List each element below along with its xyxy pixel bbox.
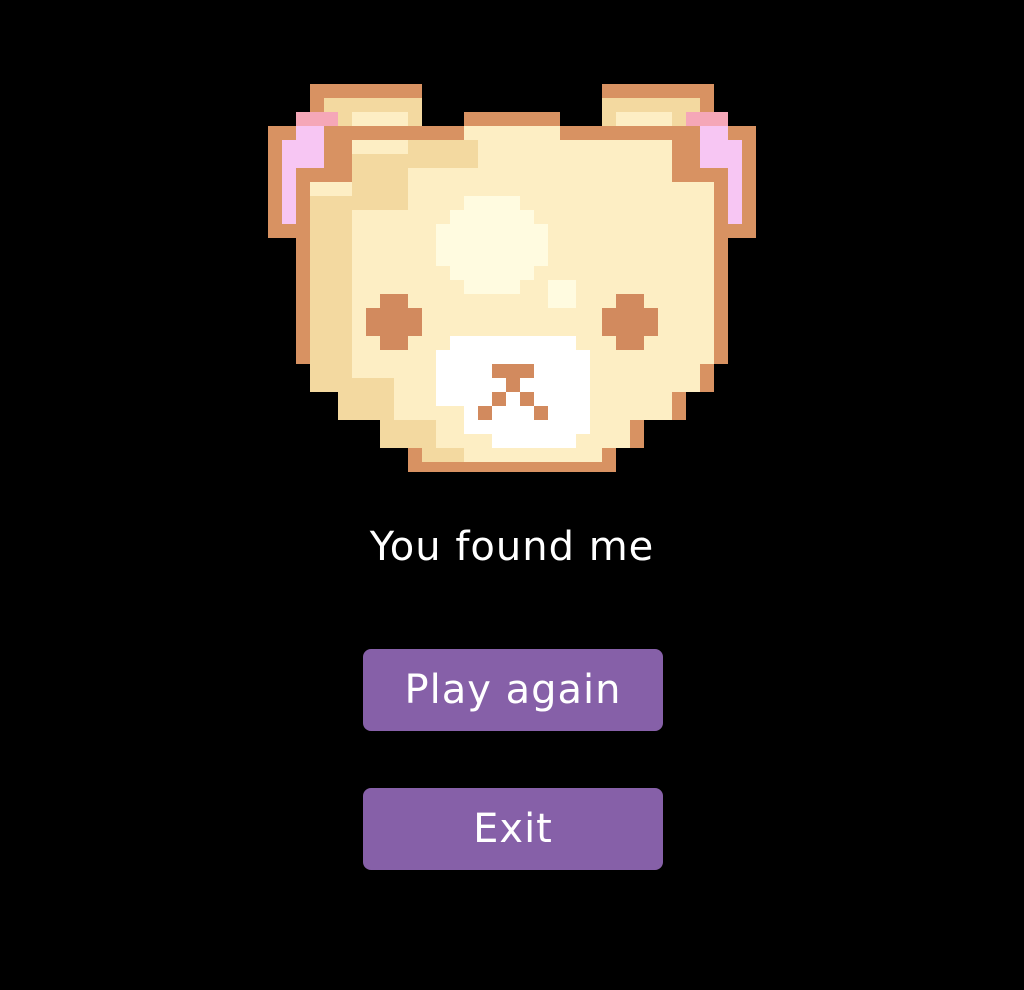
mouth bbox=[492, 392, 506, 406]
game-over-screen: You found me Play again Exit bbox=[0, 0, 1024, 990]
head-shade-left bbox=[310, 196, 352, 392]
play-again-button[interactable]: Play again bbox=[363, 649, 663, 731]
exit-button[interactable]: Exit bbox=[363, 788, 663, 870]
nose bbox=[492, 364, 534, 378]
found-message: You found me bbox=[369, 524, 655, 570]
pixel-bear-face-icon bbox=[268, 84, 756, 474]
